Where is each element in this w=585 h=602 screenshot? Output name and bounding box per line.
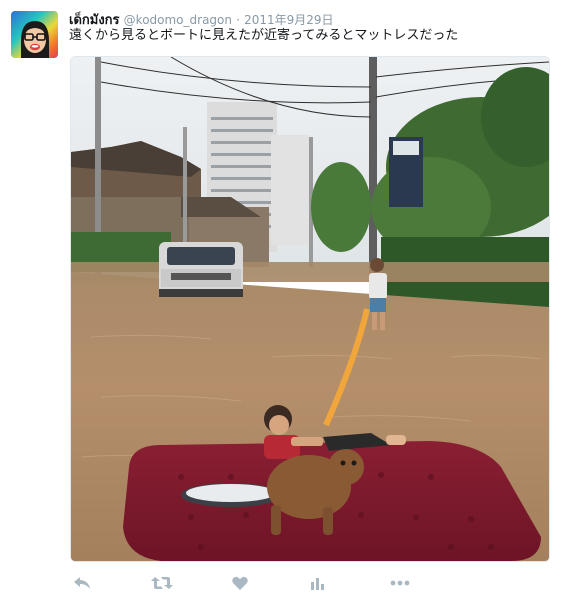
display-name[interactable]: เด็กมังกร [69,13,120,28]
tweet-photo[interactable] [70,56,550,562]
analytics-icon [311,578,324,590]
tweet-card: เด็กมังกร @kodomo_dragon · 2011年9月29日 遠く… [0,0,585,602]
reply-icon [74,577,90,589]
avatar[interactable] [11,11,58,58]
more-icon [390,580,410,586]
user-handle[interactable]: @kodomo_dragon [124,13,232,27]
reply-button[interactable] [70,572,94,594]
more-button[interactable] [388,572,412,594]
tweet-actions [70,572,420,594]
tweet-date[interactable]: 2011年9月29日 [244,13,333,27]
analytics-button[interactable] [306,572,330,594]
avatar-image [21,21,49,58]
like-icon [232,576,248,590]
retweet-button[interactable] [150,572,174,594]
header-separator: · [236,13,240,27]
tweet-text: 遠くから見るとボートに見えたが近寄ってみるとマットレスだった [69,28,459,43]
retweet-icon [151,577,173,589]
like-button[interactable] [228,572,252,594]
flood-scene-image [71,57,549,561]
